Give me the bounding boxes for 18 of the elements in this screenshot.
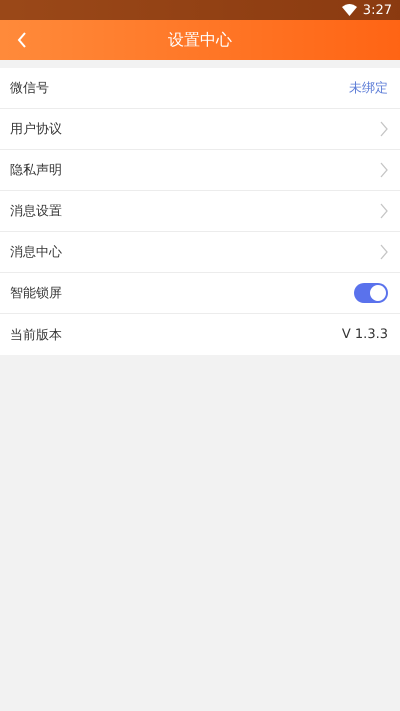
chevron-icon bbox=[380, 121, 388, 137]
setting-label: 用户协议 bbox=[10, 121, 62, 138]
setting-label: 当前版本 bbox=[10, 326, 62, 344]
version-value: V 1.3.3 bbox=[342, 327, 388, 342]
status-time: 3:27 bbox=[362, 2, 392, 18]
chevron-icon bbox=[380, 244, 388, 260]
setting-label: 微信号 bbox=[10, 80, 49, 97]
page-title: 设置中心 bbox=[167, 30, 233, 50]
wifi-icon bbox=[342, 4, 357, 16]
binding-status: 未绑定 bbox=[349, 80, 388, 97]
setting-label: 隐私声明 bbox=[10, 162, 62, 179]
chevron-icon bbox=[380, 203, 388, 219]
setting-label: 消息中心 bbox=[10, 244, 62, 261]
toggle-switch[interactable] bbox=[354, 283, 388, 303]
setting-label: 智能锁屏 bbox=[10, 285, 62, 302]
chevron-icon bbox=[380, 162, 388, 178]
setting-label: 消息设置 bbox=[10, 203, 62, 220]
back-icon bbox=[17, 32, 27, 48]
